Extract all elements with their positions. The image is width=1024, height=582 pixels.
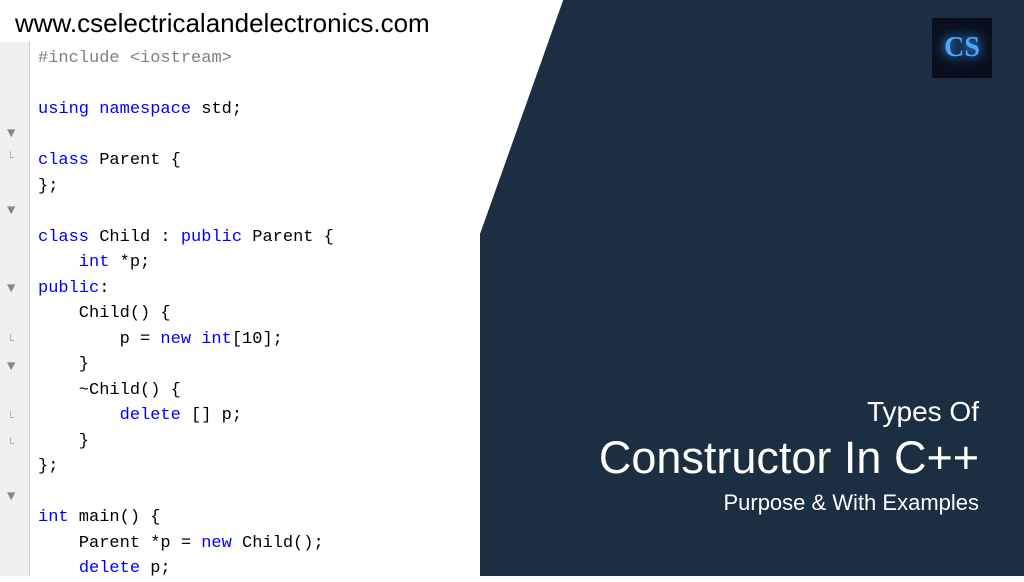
fold-end-icon: └: [7, 409, 14, 427]
logo-text: CS: [944, 32, 980, 64]
code-token: };: [38, 457, 58, 476]
code-token: [] p;: [181, 406, 242, 425]
code-token: p =: [38, 330, 160, 349]
code-token: Child :: [89, 228, 181, 247]
code-token: int: [38, 508, 69, 527]
code-token: namespace: [99, 100, 191, 119]
title-small: Types Of: [599, 396, 979, 428]
title-sub: Purpose & With Examples: [599, 490, 979, 516]
code-token: :: [99, 279, 109, 298]
code-token: Parent {: [89, 151, 181, 170]
code-token: delete: [120, 406, 181, 425]
code-token: class: [38, 151, 89, 170]
fold-end-icon: └: [7, 435, 14, 453]
fold-arrow-icon: ▼: [7, 279, 15, 300]
code-token: int: [191, 330, 232, 349]
title-big: Constructor In C++: [599, 432, 979, 484]
fold-end-icon: └: [7, 332, 14, 350]
code-token: *p;: [109, 253, 150, 272]
code-token: new: [160, 330, 191, 349]
code-token: int: [38, 253, 109, 272]
code-token: Parent {: [242, 228, 334, 247]
code-token: };: [38, 177, 58, 196]
code-token: [10];: [232, 330, 283, 349]
code-token: Child();: [232, 534, 324, 553]
fold-end-icon: └: [7, 149, 14, 167]
code-token: [38, 559, 79, 578]
code-token: class: [38, 228, 89, 247]
code-gutter: ▼ └ ▼ ▼ └ ▼ └ └ ▼: [0, 42, 30, 576]
cs-logo: CS: [932, 18, 992, 78]
code-token: }: [38, 432, 89, 451]
code-token: new: [201, 534, 232, 553]
fold-arrow-icon: ▼: [7, 124, 15, 145]
code-token: <iostream>: [120, 49, 232, 68]
code-token: #include: [38, 49, 120, 68]
code-token: std;: [191, 100, 242, 119]
title-block: Types Of Constructor In C++ Purpose & Wi…: [599, 396, 979, 516]
fold-arrow-icon: ▼: [7, 357, 15, 378]
fold-arrow-icon: ▼: [7, 201, 15, 222]
code-editor: ▼ └ ▼ ▼ └ ▼ └ └ ▼ #include <iostream> us…: [0, 42, 480, 576]
code-token: using: [38, 100, 99, 119]
code-token: [38, 406, 120, 425]
fold-arrow-icon: ▼: [7, 487, 15, 508]
code-token: p;: [140, 559, 171, 578]
code-token: }: [38, 355, 89, 374]
code-token: public: [181, 228, 242, 247]
code-token: Parent *p =: [38, 534, 201, 553]
website-url: www.cselectricalandelectronics.com: [15, 8, 430, 39]
code-token: main() {: [69, 508, 161, 527]
code-token: ~Child() {: [38, 381, 181, 400]
code-token: Child() {: [38, 304, 171, 323]
code-token: public: [38, 279, 99, 298]
code-token: delete: [79, 559, 140, 578]
code-content: #include <iostream> using namespace std;…: [0, 42, 480, 582]
